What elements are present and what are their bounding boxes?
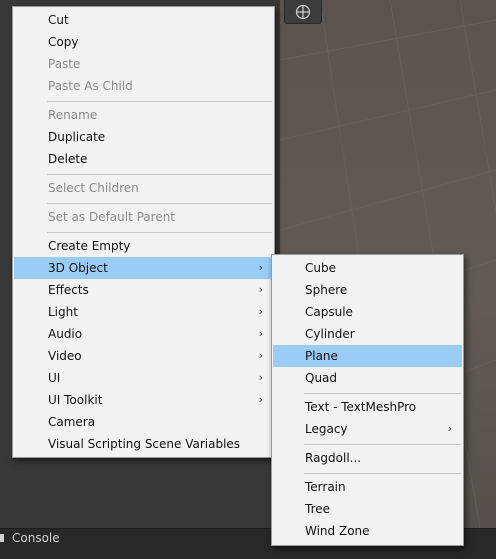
chevron-right-icon: › — [258, 261, 263, 274]
chevron-right-icon: › — [258, 393, 263, 406]
menu-item-audio[interactable]: Audio › — [14, 323, 273, 345]
menu-item-set-default-parent[interactable]: Set as Default Parent — [14, 206, 273, 228]
submenu-item-sphere[interactable]: Sphere — [273, 279, 462, 301]
submenu-item-ragdoll[interactable]: Ragdoll... — [273, 447, 462, 469]
menu-item-effects[interactable]: Effects › — [14, 279, 273, 301]
menu-item-paste[interactable]: Paste — [14, 53, 273, 75]
menu-item-rename[interactable]: Rename — [14, 104, 273, 126]
tab-console[interactable]: Console — [0, 529, 60, 547]
chevron-right-icon: › — [258, 327, 263, 340]
menu-item-select-children[interactable]: Select Children — [14, 177, 273, 199]
menu-item-copy[interactable]: Copy — [14, 31, 273, 53]
menu-item-delete[interactable]: Delete — [14, 148, 273, 170]
menu-item-paste-as-child[interactable]: Paste As Child — [14, 75, 273, 97]
3d-object-submenu: Cube Sphere Capsule Cylinder Plane Quad … — [271, 254, 464, 546]
submenu-item-plane[interactable]: Plane — [273, 345, 462, 367]
submenu-item-quad[interactable]: Quad — [273, 367, 462, 389]
menu-separator — [47, 203, 272, 204]
menu-separator — [47, 101, 272, 102]
submenu-item-tree[interactable]: Tree — [273, 498, 462, 520]
menu-item-duplicate[interactable]: Duplicate — [14, 126, 273, 148]
chevron-right-icon: › — [258, 305, 263, 318]
submenu-item-legacy[interactable]: Legacy › — [273, 418, 462, 440]
hierarchy-context-menu: Cut Copy Paste Paste As Child Rename Dup… — [12, 6, 275, 458]
move-tool-icon — [295, 4, 311, 19]
menu-separator — [47, 232, 272, 233]
menu-separator — [47, 174, 272, 175]
console-icon — [0, 534, 4, 542]
menu-item-video[interactable]: Video › — [14, 345, 273, 367]
submenu-item-cylinder[interactable]: Cylinder — [273, 323, 462, 345]
menu-item-3d-object[interactable]: 3D Object › — [14, 257, 273, 279]
move-tool-button[interactable] — [284, 0, 322, 24]
menu-separator — [304, 444, 461, 445]
chevron-right-icon: › — [258, 371, 263, 384]
submenu-item-capsule[interactable]: Capsule — [273, 301, 462, 323]
submenu-item-terrain[interactable]: Terrain — [273, 476, 462, 498]
menu-item-camera[interactable]: Camera — [14, 411, 273, 433]
menu-item-light[interactable]: Light › — [14, 301, 273, 323]
submenu-item-cube[interactable]: Cube — [273, 257, 462, 279]
submenu-item-text-textmeshpro[interactable]: Text - TextMeshPro — [273, 396, 462, 418]
submenu-item-wind-zone[interactable]: Wind Zone — [273, 520, 462, 542]
console-tab-label: Console — [12, 531, 60, 545]
chevron-right-icon: › — [258, 349, 263, 362]
chevron-right-icon: › — [447, 422, 452, 435]
chevron-right-icon: › — [258, 283, 263, 296]
menu-separator — [304, 473, 461, 474]
menu-item-cut[interactable]: Cut — [14, 9, 273, 31]
menu-item-ui[interactable]: UI › — [14, 367, 273, 389]
menu-item-ui-toolkit[interactable]: UI Toolkit › — [14, 389, 273, 411]
menu-item-visual-scripting-scene-variables[interactable]: Visual Scripting Scene Variables — [14, 433, 273, 455]
menu-separator — [304, 393, 461, 394]
menu-item-create-empty[interactable]: Create Empty — [14, 235, 273, 257]
